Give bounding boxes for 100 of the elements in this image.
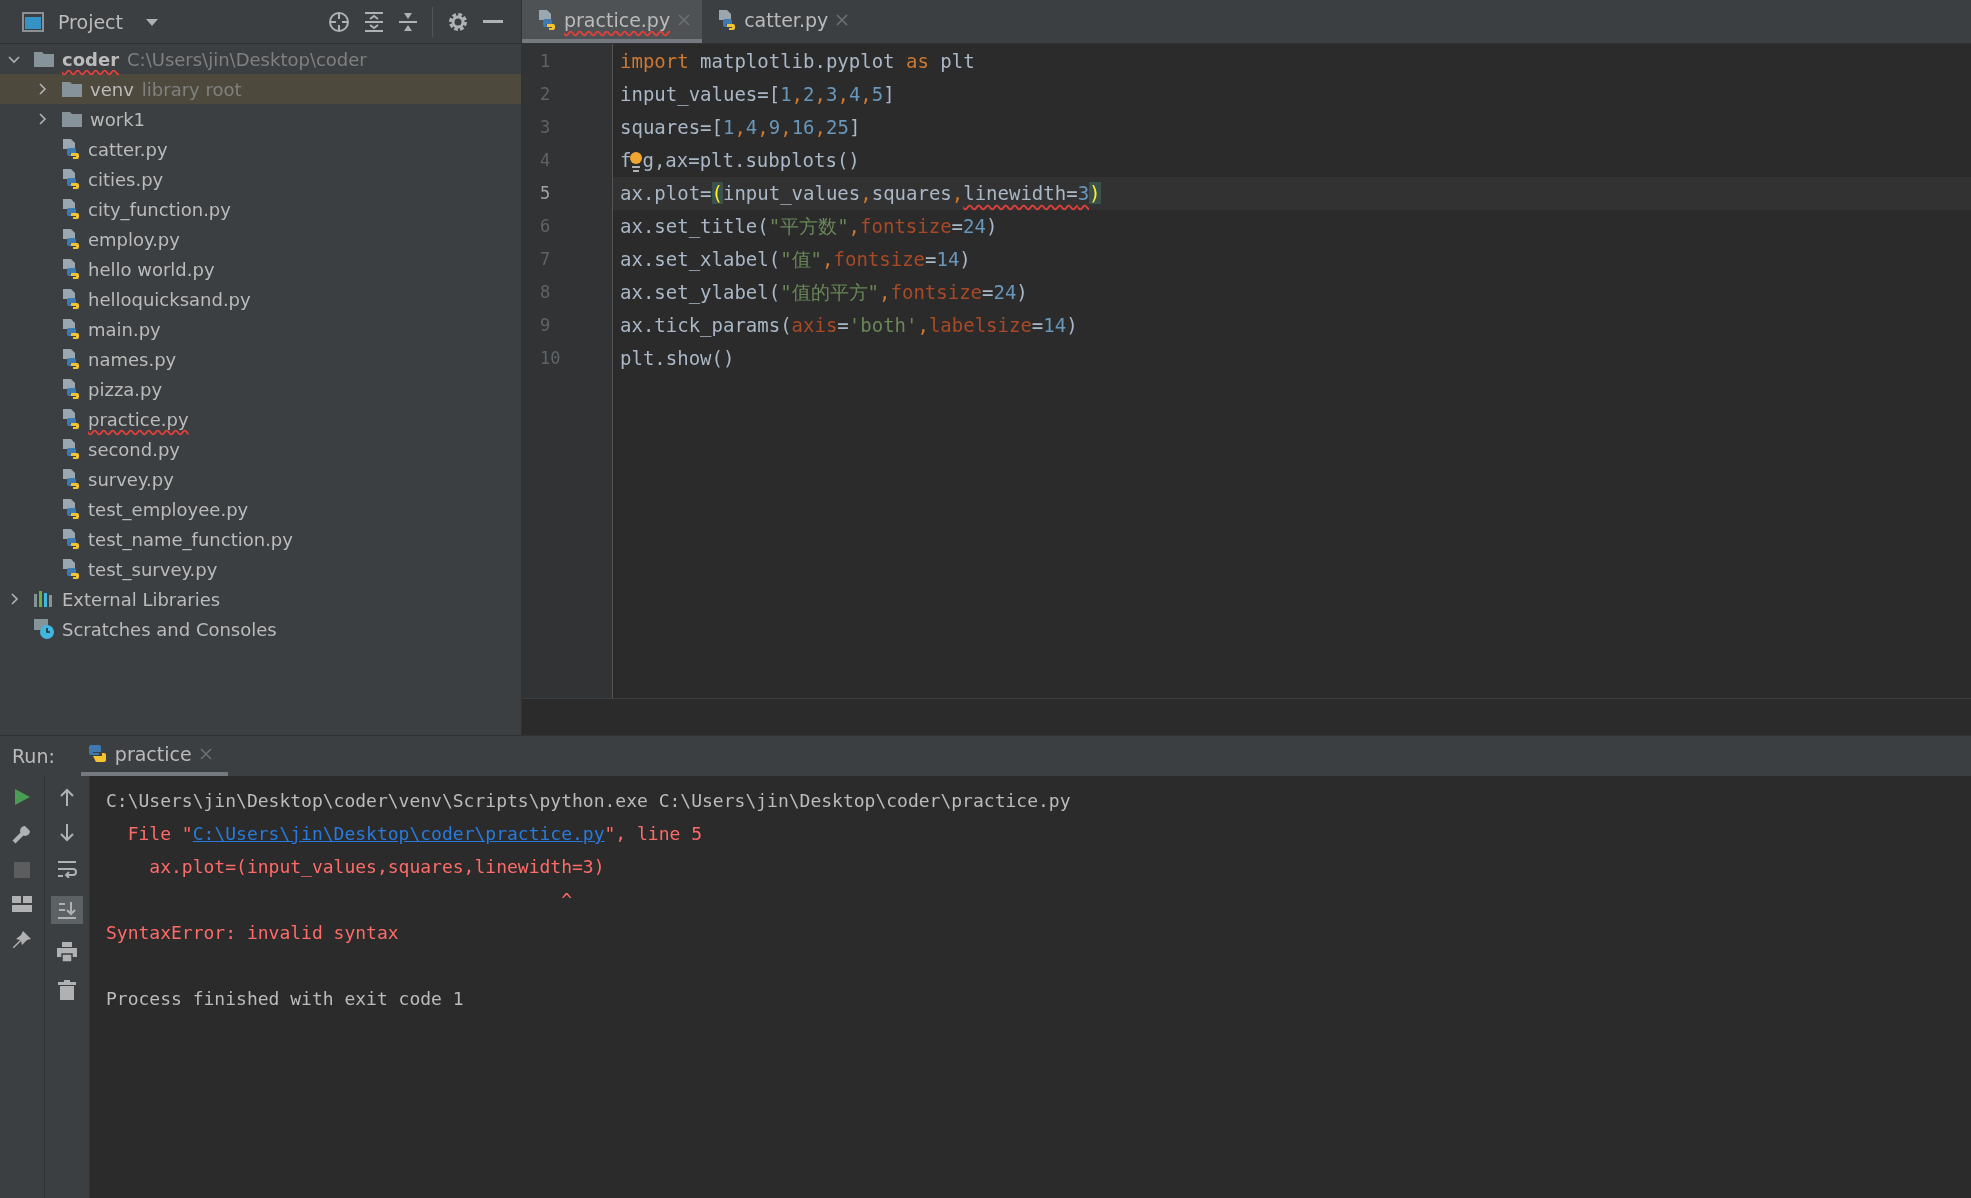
tree-label: work1 [90,108,145,130]
console-line: ax.plot=(input_values,squares,linewidth=3) [148,855,606,879]
code-line: squares=[1,4,9,16,25] [620,116,861,138]
tree-row[interactable]: helloquicksand.py [0,284,521,314]
console-line: File "C:\Users\jin\Desktop\coder\practice.py", line 5 [126,822,704,846]
python-file-icon [62,499,80,519]
pin-icon[interactable] [12,930,32,950]
run-icon[interactable] [13,788,31,806]
tree-row[interactable]: catter.py [0,134,521,164]
project-icon [22,11,44,32]
arrow-down-icon[interactable] [59,824,75,842]
tree-row[interactable]: test_survey.py [0,554,521,584]
tree-label: helloquicksand.py [88,288,251,310]
python-file-icon [62,289,80,309]
chevron-right-icon[interactable] [8,593,20,605]
trash-icon[interactable] [58,980,76,1000]
python-file-icon [62,379,80,399]
tree-label: second.py [88,438,180,460]
dropdown-caret-icon[interactable] [145,16,159,27]
tree-row[interactable]: venv library root [0,74,521,104]
tree-row[interactable]: practice.py [0,404,521,434]
tree-label: venv [90,78,134,100]
console-line: SyntaxError: invalid syntax [106,921,400,945]
tab-label: practice.py [564,8,671,31]
folder-icon [62,81,82,97]
folder-icon [62,111,82,127]
python-file-icon [62,349,80,369]
code-text: g,ax=plt.subplots() [642,149,860,171]
tree-row[interactable]: names.py [0,344,521,374]
tree-row[interactable]: second.py [0,434,521,464]
console-line: ^ [560,888,573,912]
scroll-down-icon [57,900,77,920]
python-file-icon [62,439,80,459]
tree-row[interactable]: cities.py [0,164,521,194]
tree-row[interactable]: pizza.py [0,374,521,404]
tree-label: city_function.py [88,198,231,220]
tree-label: hello world.py [88,258,215,280]
tree-label: practice.py [88,408,189,430]
tree-row[interactable]: employ.py [0,224,521,254]
settings-icon[interactable] [447,10,469,33]
scratches-icon [34,619,54,639]
python-file-icon [62,319,80,339]
python-file-icon [62,529,80,549]
file-link[interactable]: C:\Users\jin\Desktop\coder\practice.py [192,823,605,844]
chevron-right-icon[interactable] [36,83,48,95]
collapse-all-icon[interactable] [398,10,418,33]
tree-row[interactable]: hello world.py [0,254,521,284]
chevron-right-icon[interactable] [36,113,48,125]
soft-wrap-icon[interactable] [57,860,77,878]
code-text: f [620,149,632,171]
tab-label: catter.py [744,8,829,31]
path-hint: library root [141,78,242,100]
expand-all-icon[interactable] [364,10,384,33]
code-line: ax.plot=(input_values,squares,linewidth=3) [620,182,1101,204]
tree-label: survey.py [88,468,174,490]
scroll-to-end-button[interactable] [51,896,83,924]
tree-label: catter.py [88,138,168,160]
tree-row[interactable]: test_employee.py [0,494,521,524]
layout-icon[interactable] [12,896,32,912]
python-file-icon [62,169,80,189]
python-icon [86,744,107,764]
path-hint: C:\Users\jin\Desktop\coder [127,48,367,70]
code-line: ax.tick_params(axis='both',labelsize=14) [620,314,1078,336]
tree-row[interactable]: main.py [0,314,521,344]
locate-icon[interactable] [328,10,350,33]
python-file-icon [62,259,80,279]
lightbulb-icon[interactable] [630,150,643,173]
tree-row[interactable]: External Libraries [0,584,521,614]
tree-label: names.py [88,348,177,370]
python-file-icon [62,139,80,159]
tree-row[interactable]: city_function.py [0,194,521,224]
tree-row[interactable]: work1 [0,104,521,134]
tree-label: External Libraries [62,588,221,610]
code-line: import matplotlib.pyplot as plt [620,50,975,72]
minimize-icon[interactable] [483,19,503,24]
tree-row[interactable]: survey.py [0,464,521,494]
panel-title[interactable]: Project [58,10,123,33]
tree-label: employ.py [88,228,180,250]
run-tab[interactable]: practice [80,736,228,776]
tree-label: pizza.py [88,378,163,400]
python-file-icon [538,9,556,30]
editor-tab[interactable]: catter.py [702,0,861,43]
python-file-icon [62,469,80,489]
tree-row[interactable]: test_name_function.py [0,524,521,554]
code-line: ax.set_ylabel("值的平方",fontsize=24) [620,281,1028,303]
code-line: ax.set_title("平方数",fontsize=24) [620,215,998,237]
python-file-icon [62,409,80,429]
python-file-icon [62,229,80,249]
print-icon[interactable] [57,942,77,962]
python-file-icon [62,559,80,579]
chevron-down-icon[interactable] [8,53,20,65]
tree-row[interactable]: coder C:\Users\jin\Desktop\coder [0,44,521,74]
library-icon [34,591,54,607]
tree-row[interactable]: Scratches and Consoles [0,614,521,644]
wrench-icon[interactable] [12,824,32,844]
editor-tab[interactable]: practice.py [522,0,703,43]
arrow-up-icon[interactable] [59,788,75,806]
code-line: input_values=[1,2,3,4,5] [620,83,895,105]
tree-label: coder [62,48,119,70]
tree-label: Scratches and Consoles [62,618,277,640]
